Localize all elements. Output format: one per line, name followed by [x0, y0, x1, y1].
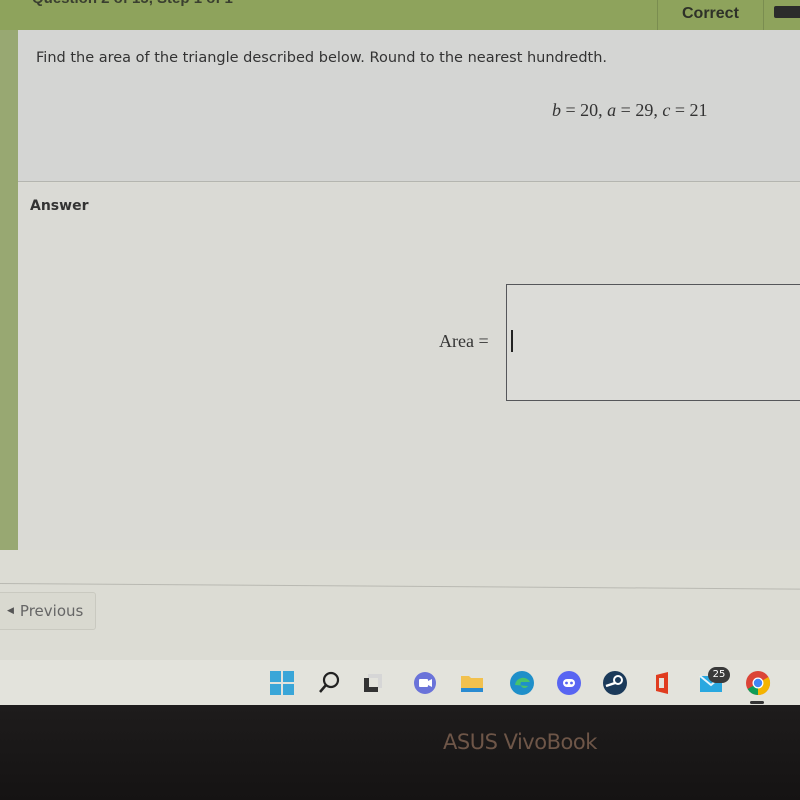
active-app-indicator: [750, 701, 764, 704]
office-icon[interactable]: [650, 670, 676, 696]
answer-heading: Answer: [30, 198, 89, 214]
chrome-icon[interactable]: [745, 670, 771, 696]
var-a: a: [607, 100, 617, 120]
previous-label: Previous: [19, 602, 84, 620]
search-icon[interactable]: [316, 670, 342, 696]
header-divider: [657, 0, 658, 30]
header-divider: [763, 0, 764, 30]
question-prompt: Find the area of the triangle described …: [36, 50, 608, 66]
mail-badge: 25: [708, 667, 730, 683]
taskbar: [0, 660, 800, 705]
task-view-icon[interactable]: [360, 670, 386, 696]
windows-start-icon[interactable]: [269, 670, 295, 696]
teams-chat-icon[interactable]: [412, 670, 438, 696]
question-header: Question 2 of 15, Step 1 of 1 Correct: [0, 0, 800, 30]
answer-panel: Answer Area =: [18, 183, 800, 550]
value-a: 29: [635, 100, 654, 120]
screen: Question 2 of 15, Step 1 of 1 Correct Fi…: [0, 0, 800, 705]
value-b: 20: [580, 100, 599, 120]
var-c: c: [662, 100, 671, 120]
laptop-bezel: [0, 705, 800, 800]
area-label: Area =: [439, 331, 489, 351]
steam-icon[interactable]: [602, 670, 628, 696]
chevron-left-icon: ◀: [7, 606, 14, 616]
text-cursor: [511, 330, 513, 352]
area-input[interactable]: [506, 284, 800, 401]
var-b: b: [552, 100, 561, 120]
question-panel: Find the area of the triangle described …: [18, 30, 800, 182]
value-c: 21: [689, 100, 708, 120]
file-explorer-icon[interactable]: [459, 670, 485, 696]
header-control[interactable]: [774, 6, 800, 18]
previous-button[interactable]: ◀ Previous: [0, 592, 96, 630]
question-progress: Question 2 of 15, Step 1 of 1: [32, 0, 233, 7]
left-accent-strip: [0, 30, 18, 550]
brand-logo: ASUS VivoBook: [443, 730, 597, 754]
given-values: b = 20, a = 29, c = 21: [552, 100, 708, 120]
edge-icon[interactable]: [509, 670, 535, 696]
status-badge: Correct: [682, 5, 739, 22]
discord-icon[interactable]: [556, 670, 582, 696]
